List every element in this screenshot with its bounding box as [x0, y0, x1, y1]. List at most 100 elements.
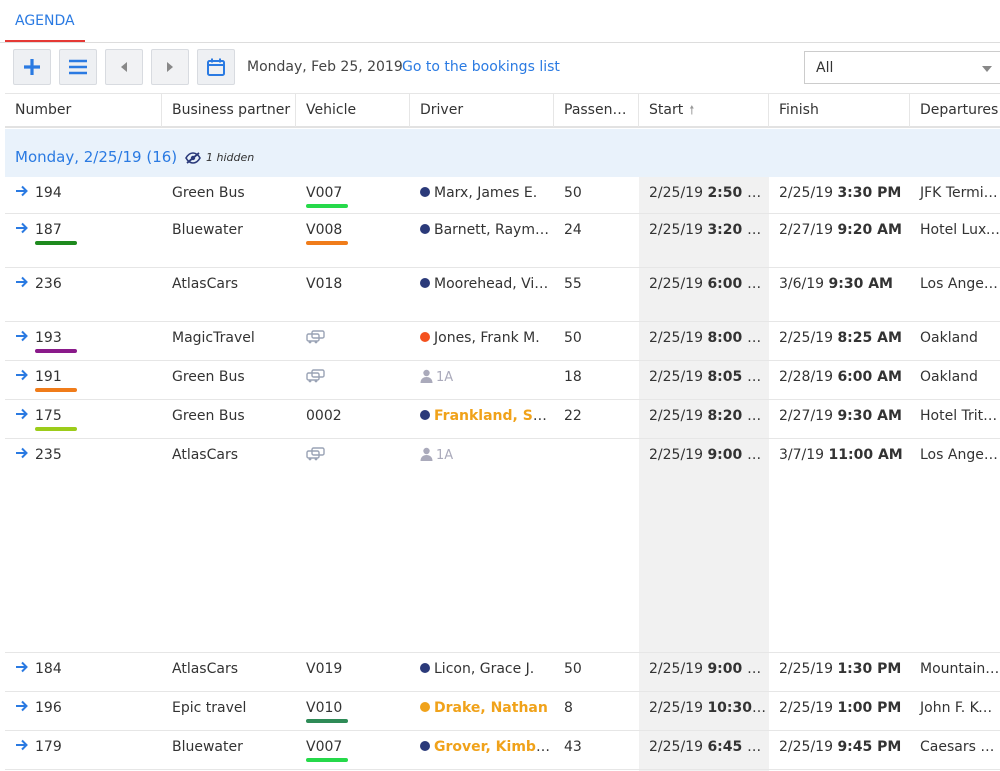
cell-driver: Drake, Nathan	[410, 692, 554, 730]
cell-number[interactable]: 196	[5, 692, 162, 730]
booking-number[interactable]: 191	[15, 369, 77, 392]
booking-number[interactable]: 196	[15, 700, 62, 716]
booking-number[interactable]: 235	[15, 447, 62, 463]
arrow-right-icon	[15, 408, 29, 424]
table-row[interactable]: 187 Bluewater V008 Barnett, Raymond 24 2/25/1…	[5, 214, 1000, 268]
tab-agenda[interactable]: AGENDA	[5, 0, 85, 42]
partner-text: Bluewater	[172, 739, 243, 755]
passengers-text: 18	[564, 369, 582, 385]
start-date: 2/25/19	[649, 330, 703, 346]
booking-number[interactable]: 179	[15, 739, 62, 755]
cell-passengers: 43	[554, 731, 639, 769]
finish-date: 2/25/19	[779, 330, 833, 346]
column-header-finish[interactable]: Finish	[769, 94, 910, 127]
cell-number[interactable]: 191	[5, 361, 162, 399]
cell-departure: Hotel Luxor	[910, 214, 1000, 267]
finish-time: 9:30 AM	[828, 276, 893, 292]
table-row[interactable]: 236 AtlasCars V018 Moorehead, Vince 55 2/25/1…	[5, 268, 1000, 322]
partner-text: AtlasCars	[172, 661, 238, 677]
filter-select[interactable]: All	[804, 51, 1000, 84]
table-row[interactable]: 193 MagicTravel Jones, Frank M. 50 2/25/19 8…	[5, 322, 1000, 361]
vehicle-color-bar	[306, 241, 348, 245]
passengers-text: 50	[564, 661, 582, 677]
previous-day-button[interactable]	[105, 49, 143, 85]
departure-text: Hotel Triton	[920, 408, 1000, 424]
partner-text: Green Bus	[172, 408, 245, 424]
arrow-right-icon	[15, 185, 29, 201]
column-header-vehicle[interactable]: Vehicle	[296, 94, 410, 127]
bookings-list-link[interactable]: Go to the bookings list	[402, 59, 560, 75]
departure-text: JFK Terminal	[920, 185, 1000, 201]
table-row[interactable]: 191 Green Bus 1A 18 2/25/19 8:05 AM 2/28/19 6…	[5, 361, 1000, 400]
cell-number[interactable]: 194	[5, 177, 162, 213]
finish-date: 2/27/19	[779, 408, 833, 424]
booking-number[interactable]: 236	[15, 276, 62, 292]
cell-start: 2/25/19 6:00 AM	[639, 268, 769, 321]
list-view-button[interactable]	[59, 49, 97, 85]
booking-number[interactable]: 175	[15, 408, 77, 431]
booking-number[interactable]: 193	[15, 330, 77, 353]
start-time: 6:00 AM	[707, 276, 769, 292]
column-header-passengers[interactable]: Passen…	[554, 94, 639, 127]
cell-finish: 2/25/19 1:30 PM	[769, 653, 910, 691]
vehicle-code: V018	[306, 276, 343, 292]
cell-vehicle: V007	[296, 177, 410, 213]
hidden-count[interactable]: 1 hidden	[185, 151, 254, 164]
cell-passengers: 50	[554, 653, 639, 691]
cell-number[interactable]: 236	[5, 268, 162, 321]
column-header-departures[interactable]: Departures	[910, 94, 1000, 127]
number-color-bar	[35, 388, 77, 392]
start-time: 8:20 AM	[707, 408, 769, 424]
cell-number[interactable]: 179	[5, 731, 162, 769]
cell-driver: 1A	[410, 439, 554, 652]
cell-number[interactable]: 187	[5, 214, 162, 267]
vehicle-unassigned-icon	[306, 447, 326, 465]
passengers-text: 8	[564, 700, 573, 716]
booking-number[interactable]: 187	[15, 222, 77, 245]
calendar-icon	[207, 58, 225, 76]
cell-start: 2/25/19 8:00 AM	[639, 322, 769, 360]
group-header[interactable]: Monday, 2/25/19 (16) 1 hidden	[5, 129, 1000, 177]
table-row[interactable]: 179 Bluewater V007 Grover, Kimberly 43 2/25/1…	[5, 731, 1000, 770]
cell-partner: Bluewater	[162, 214, 296, 267]
finish-date: 2/25/19	[779, 661, 833, 677]
cell-driver: 1A	[410, 361, 554, 399]
vehicle-color-bar	[306, 719, 348, 723]
cell-number[interactable]: 175	[5, 400, 162, 438]
cell-finish: 2/27/19 9:20 AM	[769, 214, 910, 267]
table-row[interactable]: 235 AtlasCars 1A 2/25/19 9:00 AM 3/7/19 11:0…	[5, 439, 1000, 653]
finish-date: 3/7/19	[779, 447, 825, 463]
booking-number[interactable]: 184	[15, 661, 62, 677]
table-row[interactable]: 196 Epic travel V010 Drake, Nathan 8 2/25/19 …	[5, 692, 1000, 731]
column-header-driver[interactable]: Driver	[410, 94, 554, 127]
cell-number[interactable]: 235	[5, 439, 162, 652]
table-row[interactable]: 194 Green Bus V007 Marx, James E. 50 2/25/19 …	[5, 177, 1000, 214]
start-time: 2:50 AM	[707, 185, 769, 201]
cell-vehicle: V008	[296, 214, 410, 267]
table-row[interactable]: 175 Green Bus 0002 Frankland, Scott 22 2/25/1…	[5, 400, 1000, 439]
column-header-business-partner[interactable]: Business partner	[162, 94, 296, 127]
add-button[interactable]	[13, 49, 51, 85]
passengers-text: 50	[564, 185, 582, 201]
cell-passengers: 24	[554, 214, 639, 267]
booking-number-text: 193	[35, 330, 62, 346]
driver-status-dot	[420, 663, 430, 673]
vehicle-color-bar	[306, 204, 348, 208]
current-date-label: Monday, Feb 25, 2019	[247, 59, 403, 75]
departure-text: Los Angeles	[920, 276, 1000, 292]
arrow-right-icon	[15, 276, 29, 292]
cell-number[interactable]: 193	[5, 322, 162, 360]
next-day-button[interactable]	[151, 49, 189, 85]
partner-text: Bluewater	[172, 222, 243, 238]
booking-number-text: 235	[35, 447, 62, 463]
column-header-number[interactable]: Number	[5, 94, 162, 127]
number-color-bar	[35, 241, 77, 245]
toolbar: Monday, Feb 25, 2019 Go to the bookings …	[0, 43, 1000, 93]
cell-departure: Mountain View	[910, 653, 1000, 691]
calendar-button[interactable]	[197, 49, 235, 85]
table-row[interactable]: 184 AtlasCars V019 Licon, Grace J. 50 2/25/19…	[5, 653, 1000, 692]
booking-number[interactable]: 194	[15, 185, 62, 201]
list-icon	[69, 59, 87, 75]
cell-number[interactable]: 184	[5, 653, 162, 691]
column-header-start[interactable]: Start 🠕	[639, 94, 769, 127]
